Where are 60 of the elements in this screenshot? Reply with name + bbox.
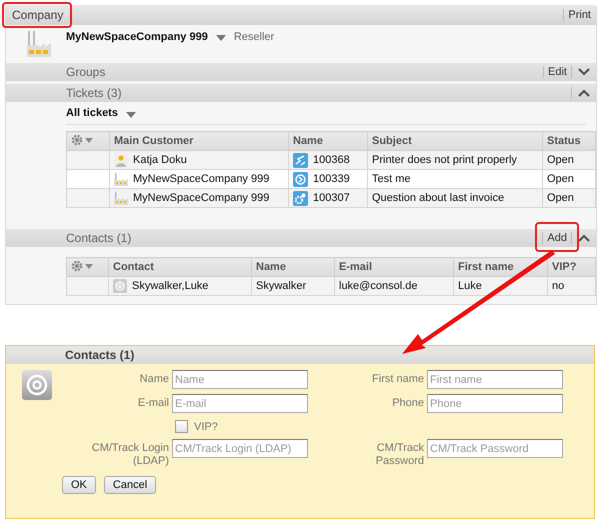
customer-name[interactable]: Katja Doku xyxy=(133,154,187,166)
ticket-subject: Question about last invoice xyxy=(372,192,504,204)
highlight-frame xyxy=(2,2,72,28)
column-header[interactable]: VIP? xyxy=(548,258,596,276)
ticket-status: Open xyxy=(547,154,574,166)
field-label: Name xyxy=(140,372,169,386)
contact-first-name: Luke xyxy=(458,280,482,292)
column-header[interactable]: Contact xyxy=(108,258,252,276)
input-field[interactable]: E-mail xyxy=(172,394,308,413)
collapse-icon[interactable] xyxy=(578,89,590,97)
company-type: Reseller xyxy=(234,31,274,43)
field-label: Phone xyxy=(392,396,424,410)
column-header[interactable]: First name xyxy=(454,258,548,276)
field-label: First name xyxy=(372,372,424,386)
company-name: MyNewSpaceCompany 999 xyxy=(66,31,208,43)
column-header[interactable]: Status xyxy=(542,132,596,150)
factory-icon xyxy=(114,191,128,205)
input-field[interactable]: CM/Track Login (LDAP) xyxy=(172,439,308,458)
contact-vip: no xyxy=(552,280,564,292)
panel-title: Company xyxy=(12,8,64,22)
field-label: CM/Track Login (LDAP) xyxy=(90,441,169,468)
checkbox-label: VIP? xyxy=(194,420,218,434)
edit-link[interactable]: Edit xyxy=(548,66,567,78)
ticket-status: Open xyxy=(547,173,574,185)
field-label: E-mail xyxy=(138,396,169,410)
section-title[interactable]: Groups xyxy=(66,65,540,79)
input-field[interactable]: Phone xyxy=(427,394,563,413)
factory-icon xyxy=(26,31,52,57)
collapse-icon[interactable] xyxy=(578,234,590,242)
settings-icon[interactable] xyxy=(71,260,95,272)
input-field[interactable]: CM/Track Password xyxy=(427,439,563,458)
factory-icon xyxy=(114,172,128,186)
section-title[interactable]: Contacts (1) xyxy=(66,231,538,245)
settings-icon[interactable] xyxy=(71,134,95,146)
cancel-button[interactable]: Cancel xyxy=(104,476,156,494)
column-header[interactable]: Name xyxy=(288,132,368,150)
column-header[interactable]: Name xyxy=(252,258,334,276)
ticket-subject: Printer does not print properly xyxy=(372,154,517,166)
print-link[interactable]: Print xyxy=(568,9,591,21)
add-link[interactable]: Add xyxy=(547,232,567,244)
column-header[interactable]: E-mail xyxy=(334,258,454,276)
checkbox[interactable] xyxy=(175,420,188,432)
section-title[interactable]: Tickets (3) xyxy=(66,86,567,100)
form-title: Contacts (1) xyxy=(65,348,136,362)
dropdown-icon[interactable] xyxy=(126,112,136,118)
expand-icon[interactable] xyxy=(578,68,590,76)
contact-email: luke@consol.de xyxy=(339,280,418,292)
highlight-frame xyxy=(535,222,579,252)
dropdown-icon[interactable] xyxy=(216,35,226,41)
filter-label[interactable]: All tickets xyxy=(66,107,118,119)
column-header[interactable]: Subject xyxy=(368,132,542,150)
column-header[interactable]: Main Customer xyxy=(110,132,288,150)
contact-last-name: Skywalker xyxy=(256,280,306,292)
person-icon xyxy=(114,153,128,167)
ok-button[interactable]: OK xyxy=(62,476,96,494)
ticket-subject: Test me xyxy=(372,173,411,185)
input-field[interactable]: First name xyxy=(427,370,563,389)
input-field[interactable]: Name xyxy=(172,370,308,389)
field-label: CM/Track Password xyxy=(374,441,424,468)
ticket-status: Open xyxy=(547,192,574,204)
